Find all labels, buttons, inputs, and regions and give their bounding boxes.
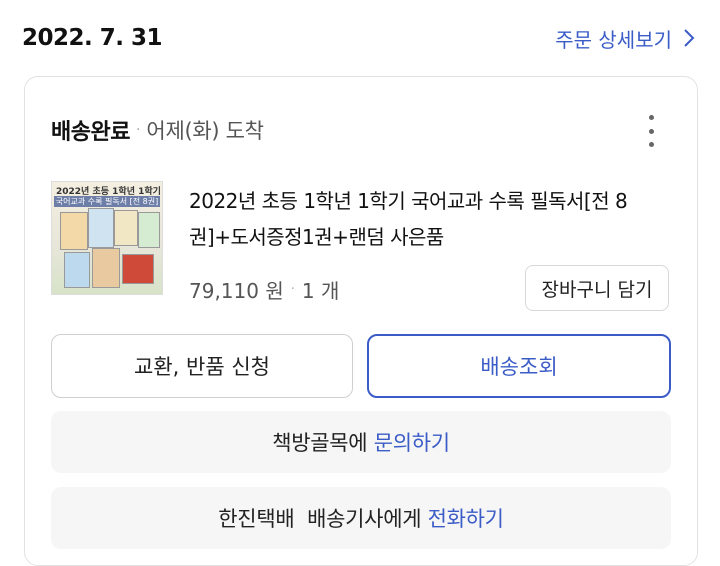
book-cover-illustration	[88, 208, 114, 248]
arrival-date: 어제(화) 도착	[146, 119, 264, 143]
order-date: 2022. 7. 31	[22, 25, 163, 51]
order-action-row: 교환, 반품 신청 배송조회	[51, 334, 671, 398]
order-header: 2022. 7. 31 주문 상세보기	[22, 18, 696, 58]
product-title[interactable]: 2022년 초등 1학년 1학기 국어교과 수록 필독서[전 8권]+도서증정1…	[189, 183, 679, 255]
order-detail-link[interactable]: 주문 상세보기	[555, 24, 696, 53]
inquiry-link[interactable]: 문의하기	[374, 427, 450, 457]
call-link[interactable]: 전화하기	[428, 503, 504, 533]
book-cover-illustration	[122, 254, 154, 284]
product-price: 79,110 원	[189, 279, 284, 303]
courier-call-bar[interactable]: 한진택배 배송기사에게 전화하기	[51, 487, 671, 549]
add-to-cart-button[interactable]: 장바구니 담기	[525, 265, 669, 311]
book-cover-illustration	[138, 212, 160, 248]
track-delivery-button[interactable]: 배송조회	[367, 334, 671, 398]
book-cover-illustration	[92, 248, 120, 288]
product-quantity: 1 개	[301, 279, 340, 303]
book-cover-illustration	[64, 252, 90, 288]
order-card: 배송완료 · 어제(화) 도착 2022년 초등 1학년 1학기 국어교과 수록…	[24, 76, 698, 566]
more-vertical-icon[interactable]	[641, 115, 661, 147]
separator-dot: ·	[290, 282, 295, 297]
seller-name: 책방골목에	[272, 431, 368, 455]
book-cover-illustration	[114, 210, 138, 246]
delivery-status-row: 배송완료 · 어제(화) 도착	[51, 113, 671, 147]
product-thumbnail[interactable]: 2022년 초등 1학년 1학기 국어교과 수록 필독서 [전 8권]	[51, 181, 163, 295]
exchange-return-button[interactable]: 교환, 반품 신청	[51, 334, 353, 398]
book-cover-illustration	[60, 212, 88, 250]
thumbnail-caption-2: 국어교과 수록 필독서 [전 8권]	[54, 196, 160, 207]
seller-inquiry-bar[interactable]: 책방골목에 문의하기	[51, 411, 671, 473]
price-row: 79,110 원 · 1 개	[189, 275, 339, 304]
delivery-status: 배송완료	[51, 120, 130, 145]
chevron-right-icon	[684, 29, 695, 47]
separator-dot: ·	[135, 122, 141, 138]
courier-name: 한진택배 배송기사에게	[218, 507, 422, 531]
order-detail-label: 주문 상세보기	[555, 27, 672, 52]
